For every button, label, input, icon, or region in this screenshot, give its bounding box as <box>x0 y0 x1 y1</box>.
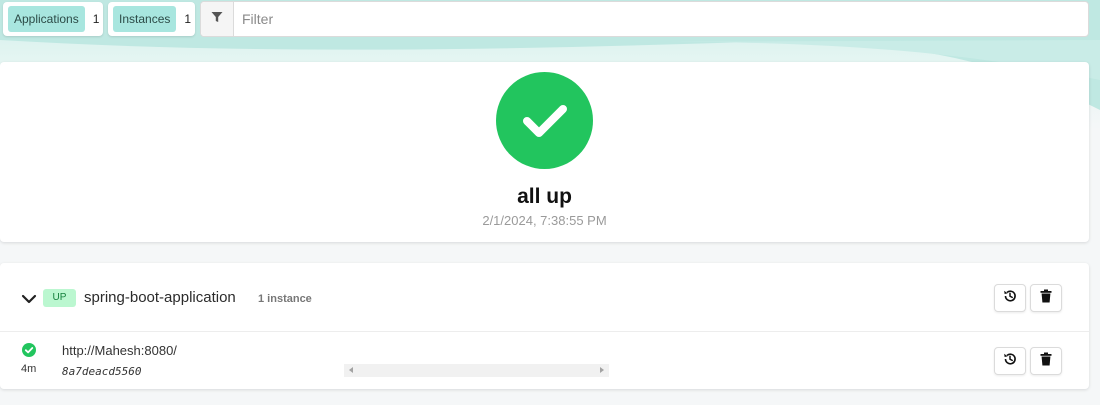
filter-icon <box>211 10 223 28</box>
trash-icon <box>1040 352 1052 371</box>
check-circle-icon <box>22 343 36 357</box>
history-icon <box>1003 352 1017 371</box>
application-actions <box>994 284 1062 312</box>
filter-input[interactable] <box>234 2 1088 36</box>
instance-delete-button[interactable] <box>1030 347 1062 375</box>
instance-row[interactable]: 4m http://Mahesh:8080/ 8a7deacd5560 <box>0 332 1089 389</box>
applications-tag[interactable]: Applications 1 <box>3 2 103 36</box>
horizontal-scrollbar[interactable] <box>344 364 609 377</box>
application-header[interactable]: UP spring-boot-application 1 instance <box>0 263 1089 332</box>
application-card: UP spring-boot-application 1 instance 4m… <box>0 263 1089 389</box>
application-name: spring-boot-application <box>84 289 236 306</box>
instance-age: 4m <box>21 363 37 375</box>
instance-url[interactable]: http://Mahesh:8080/ <box>62 343 177 358</box>
unregister-history-button[interactable] <box>994 284 1026 312</box>
applications-label: Applications <box>8 6 85 32</box>
trash-icon <box>1040 289 1052 308</box>
status-badge: UP <box>43 289 76 307</box>
status-text: all up <box>517 185 572 208</box>
status-card: all up 2/1/2024, 7:38:55 PM <box>0 62 1089 242</box>
top-bar: Applications 1 Instances 1 <box>0 0 1100 38</box>
instance-id: 8a7deacd5560 <box>62 365 142 378</box>
scroll-right-icon[interactable] <box>600 367 604 373</box>
check-circle-icon <box>496 72 593 169</box>
status-timestamp: 2/1/2024, 7:38:55 PM <box>482 213 607 228</box>
instance-actions <box>994 347 1062 375</box>
instance-history-button[interactable] <box>994 347 1026 375</box>
filter-button[interactable] <box>201 2 234 36</box>
applications-count: 1 <box>92 12 100 26</box>
chevron-down-icon[interactable] <box>21 292 37 304</box>
delete-button[interactable] <box>1030 284 1062 312</box>
history-icon <box>1003 289 1017 308</box>
filter-bar <box>200 1 1089 37</box>
instances-tag[interactable]: Instances 1 <box>108 2 195 36</box>
instances-label: Instances <box>113 6 177 32</box>
scroll-left-icon[interactable] <box>349 367 353 373</box>
instances-count: 1 <box>184 12 192 26</box>
instance-count: 1 instance <box>258 293 312 305</box>
